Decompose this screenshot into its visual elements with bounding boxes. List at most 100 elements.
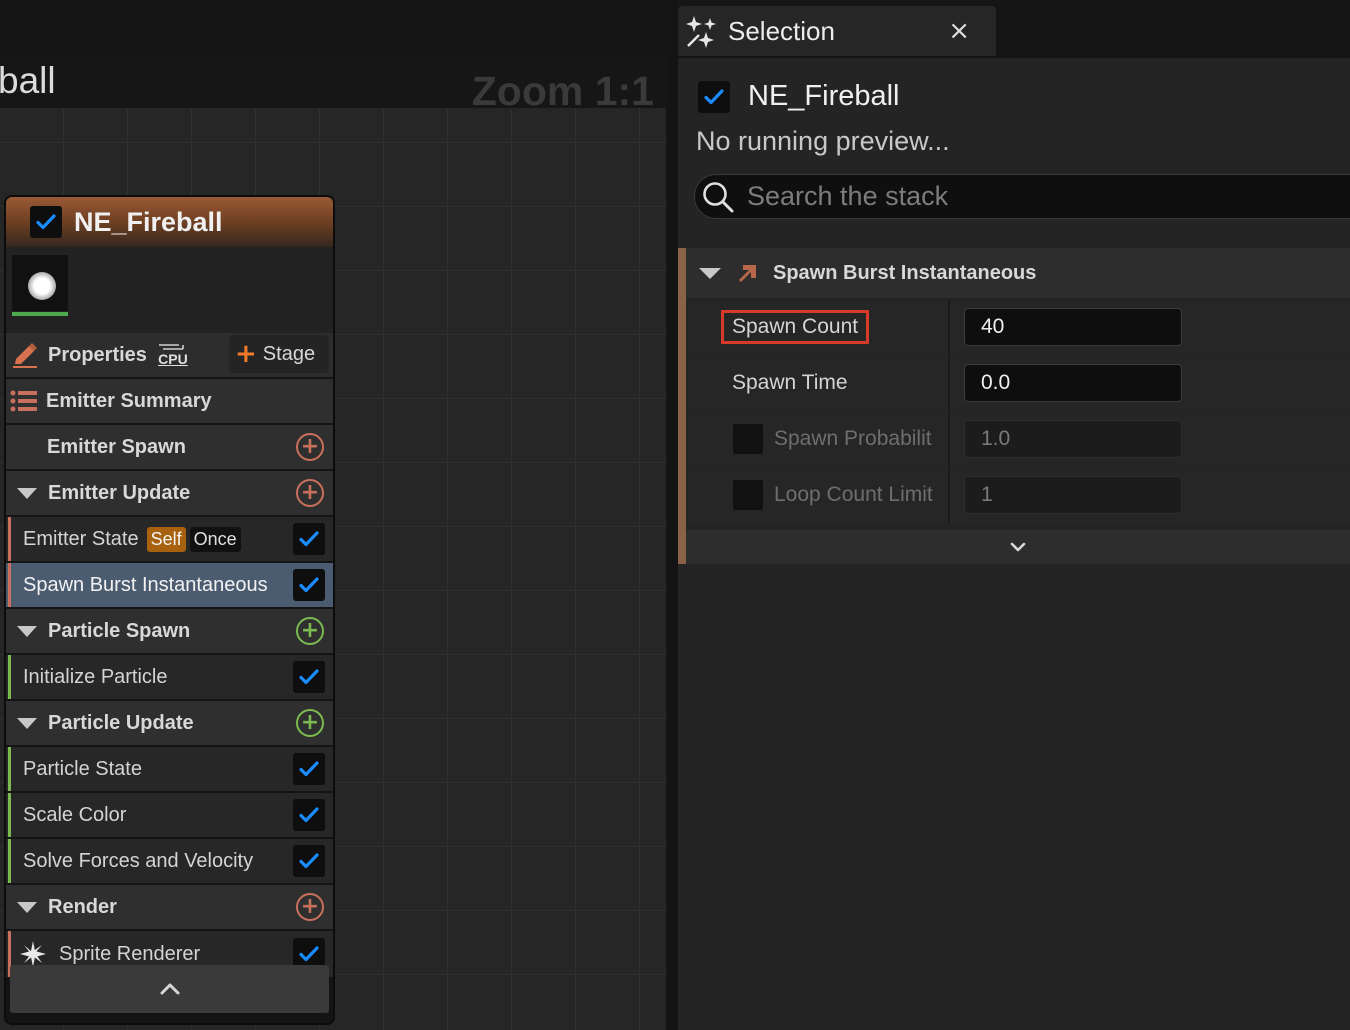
section-emitter-update[interactable]: Emitter Update +: [6, 471, 333, 515]
search-input[interactable]: Search the stack: [694, 174, 1350, 219]
selected-emitter-row: NE_Fireball: [698, 80, 900, 113]
checkmark-icon: [299, 669, 319, 685]
property-name: Spawn Count: [721, 310, 870, 344]
collapse-caret-icon[interactable]: [17, 717, 37, 729]
module-label: Particle State: [23, 757, 142, 780]
module-enable-checkbox[interactable]: [293, 523, 325, 555]
emitter-summary-row[interactable]: Emitter Summary: [6, 379, 333, 423]
checkmark-icon: [299, 946, 319, 962]
chevron-down-icon: [1010, 542, 1026, 552]
once-tag: Once: [189, 526, 241, 552]
node-title: NE_Fireball: [74, 206, 223, 237]
section-render[interactable]: Render +: [6, 885, 333, 929]
section-label: Particle Spawn: [48, 619, 191, 642]
stage-label: Stage: [262, 342, 316, 365]
chevron-up-icon: [160, 983, 179, 995]
section-particle-spawn[interactable]: Particle Spawn +: [6, 609, 333, 653]
add-module-button[interactable]: +: [296, 479, 324, 507]
module-stripe: [8, 793, 11, 837]
module-label: Scale Color: [23, 803, 127, 826]
module-enable-checkbox[interactable]: [293, 753, 325, 785]
selection-tab[interactable]: Selection ×: [678, 6, 996, 56]
property-spawn-probability: Spawn Probabilit 1.0: [686, 412, 1350, 466]
graph-top-bar: [0, 0, 666, 58]
collapse-caret-icon[interactable]: [699, 267, 721, 279]
checkmark-icon: [704, 88, 724, 104]
module-title: Spawn Burst Instantaneous: [773, 261, 1037, 284]
emitter-summary-label: Emitter Summary: [46, 389, 212, 412]
add-stage-button[interactable]: + Stage: [229, 335, 329, 373]
emitter-enable-checkbox[interactable]: [698, 80, 730, 113]
add-module-button[interactable]: +: [296, 433, 324, 461]
close-icon[interactable]: ×: [948, 16, 970, 46]
module-label: Initialize Particle: [23, 665, 168, 688]
module-initialize-particle[interactable]: Initialize Particle: [6, 655, 333, 699]
checkmark-icon: [36, 214, 56, 230]
node-enable-checkbox[interactable]: [30, 206, 62, 238]
section-emitter-spawn[interactable]: Emitter Spawn +: [6, 425, 333, 469]
spawn-count-input[interactable]: 40: [964, 308, 1182, 346]
property-name-cell: Loop Count Limit: [686, 468, 948, 522]
module-enable-checkbox[interactable]: [293, 845, 325, 877]
add-module-button[interactable]: +: [296, 709, 324, 737]
module-emitter-state[interactable]: Emitter State Self Once: [6, 517, 333, 561]
module-arrow-icon: [739, 265, 756, 282]
node-header[interactable]: NE_Fireball: [6, 197, 333, 247]
properties-label: Properties: [48, 343, 147, 366]
selected-emitter-name: NE_Fireball: [748, 80, 900, 112]
module-label: Sprite Renderer: [59, 942, 201, 965]
spawn-time-input[interactable]: 0.0: [964, 364, 1182, 402]
add-module-button[interactable]: +: [296, 617, 324, 645]
selection-tab-title: Selection: [728, 15, 835, 46]
properties-row[interactable]: Properties CPU + Stage: [6, 333, 333, 377]
column-divider[interactable]: [948, 300, 950, 354]
module-solve-forces-and-velocity[interactable]: Solve Forces and Velocity: [6, 839, 333, 883]
module-label: Spawn Burst Instantaneous: [23, 573, 268, 596]
spawn-probability-input[interactable]: 1.0: [964, 420, 1182, 458]
self-tag: Self: [146, 526, 186, 552]
loop-count-limit-override-checkbox[interactable]: [732, 479, 764, 511]
panel-splitter[interactable]: [666, 0, 678, 1030]
column-divider[interactable]: [948, 356, 950, 410]
node-thumbnail-area: [6, 247, 333, 333]
plus-icon: +: [235, 339, 257, 369]
emitter-node[interactable]: NE_Fireball Properties CPU + Stage Emitt…: [4, 195, 335, 1025]
module-enable-checkbox[interactable]: [293, 569, 325, 601]
column-divider[interactable]: [948, 412, 950, 466]
thumbnail-status-bar: [12, 312, 68, 316]
add-module-button[interactable]: +: [296, 893, 324, 921]
show-advanced-button[interactable]: [686, 530, 1350, 564]
loop-count-limit-input[interactable]: 1: [964, 476, 1182, 514]
sprite-icon: [20, 941, 46, 967]
collapse-caret-icon[interactable]: [17, 487, 37, 499]
checkmark-icon: [299, 807, 319, 823]
section-particle-update[interactable]: Particle Update +: [6, 701, 333, 745]
section-label: Emitter Spawn: [47, 435, 186, 458]
cpu-chip-icon: [158, 344, 184, 350]
collapse-node-button[interactable]: [10, 965, 329, 1013]
module-label: Emitter State: [23, 527, 139, 550]
emitter-graph[interactable]: ball Zoom 1:1 NE_Fireball Properties CPU…: [0, 0, 666, 1030]
collapse-caret-icon[interactable]: [17, 625, 37, 637]
module-enable-checkbox[interactable]: [293, 661, 325, 693]
module-spawn-burst-instantaneous[interactable]: Spawn Burst Instantaneous: [6, 563, 333, 607]
module-accent-bar: [678, 248, 686, 564]
module-header[interactable]: Spawn Burst Instantaneous: [686, 248, 1350, 298]
emitter-thumbnail[interactable]: [12, 255, 68, 311]
checkmark-icon: [299, 761, 319, 777]
module-stripe: [8, 655, 11, 699]
property-loop-count-limit: Loop Count Limit 1: [686, 468, 1350, 522]
list-icon: [10, 390, 37, 412]
collapse-caret-icon[interactable]: [17, 901, 37, 913]
property-name: Spawn Probabilit: [774, 427, 932, 450]
property-spawn-time: Spawn Time 0.0: [686, 356, 1350, 410]
module-enable-checkbox[interactable]: [293, 799, 325, 831]
search-placeholder: Search the stack: [747, 181, 949, 211]
column-divider[interactable]: [948, 468, 950, 522]
module-particle-state[interactable]: Particle State: [6, 747, 333, 791]
spawn-probability-override-checkbox[interactable]: [732, 423, 764, 455]
module-stripe: [8, 747, 11, 791]
module-scale-color[interactable]: Scale Color: [6, 793, 333, 837]
property-name-cell: Spawn Probabilit: [686, 412, 948, 466]
sparkle-wand-icon: [686, 16, 716, 48]
